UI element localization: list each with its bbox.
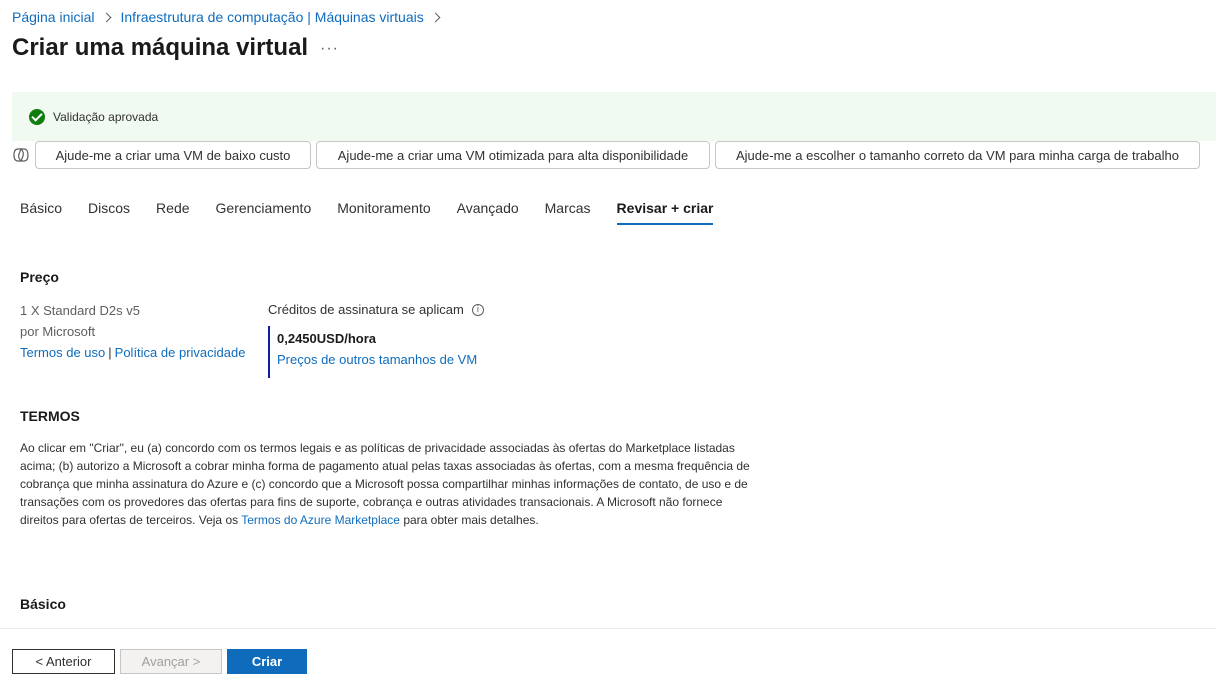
chevron-right-icon (430, 12, 441, 22)
tab-monitoramento[interactable]: Monitoramento (337, 200, 430, 225)
other-vm-sizes-link[interactable]: Preços de outros tamanhos de VM (277, 352, 484, 367)
next-button: Avançar > (120, 649, 222, 674)
page-title: Criar uma máquina virtual (12, 34, 309, 61)
footer-bar: < Anterior Avançar > Criar (0, 628, 1216, 689)
tab-basico[interactable]: Básico (20, 200, 62, 225)
tab-avancado[interactable]: Avançado (457, 200, 519, 225)
link-separator: | (108, 345, 112, 360)
publisher-text: por Microsoft (20, 324, 96, 339)
create-button[interactable]: Criar (227, 649, 307, 674)
tab-rede[interactable]: Rede (156, 200, 189, 225)
wizard-tabs: Básico Discos Rede Gerenciamento Monitor… (20, 200, 739, 225)
price-value: 0,2450USD/hora (277, 331, 376, 346)
terms-of-use-link[interactable]: Termos de uso (20, 345, 105, 360)
tab-revisar-criar[interactable]: Revisar + criar (616, 200, 714, 225)
copilot-icon (13, 148, 29, 162)
validation-text: Validação aprovada (53, 109, 159, 124)
price-product-info: 1 X Standard D2s v5 por Microsoft Termos… (20, 300, 245, 363)
breadcrumb-vms-link[interactable]: Infraestrutura de computação | Máquinas … (121, 9, 424, 25)
breadcrumb-home-link[interactable]: Página inicial (12, 9, 95, 25)
tab-marcas[interactable]: Marcas (545, 200, 591, 225)
info-icon[interactable]: i (471, 303, 484, 316)
chevron-right-icon (101, 12, 111, 22)
prompt-high-availability-button[interactable]: Ajude-me a criar uma VM otimizada para a… (316, 141, 710, 169)
prompt-vm-size-button[interactable]: Ajude-me a escolher o tamanho correto da… (715, 141, 1200, 169)
price-details: Créditos de assinatura se aplicam i 0,24… (268, 302, 484, 378)
terms-text: Ao clicar em "Criar", eu (a) concordo co… (20, 439, 750, 529)
check-circle-icon (29, 108, 45, 125)
product-name: 1 X Standard D2s v5 (20, 303, 140, 318)
price-box: 0,2450USD/hora Preços de outros tamanhos… (268, 326, 484, 378)
privacy-policy-link[interactable]: Política de privacidade (115, 345, 246, 360)
credits-label: Créditos de assinatura se aplicam (268, 302, 464, 317)
tab-discos[interactable]: Discos (88, 200, 130, 225)
terms-tail: para obter mais detalhes. (399, 513, 539, 527)
breadcrumb: Página inicial Infraestrutura de computa… (12, 9, 450, 25)
azure-marketplace-terms-link[interactable]: Termos do Azure Marketplace (241, 513, 400, 527)
price-heading: Preço (20, 269, 59, 285)
basic-section-heading: Básico (20, 596, 66, 612)
previous-button[interactable]: < Anterior (12, 649, 115, 674)
validation-banner: Validação aprovada (12, 92, 1216, 141)
tab-gerenciamento[interactable]: Gerenciamento (216, 200, 312, 225)
more-options-button[interactable]: ··· (320, 40, 339, 58)
prompt-low-cost-button[interactable]: Ajude-me a criar uma VM de baixo custo (35, 141, 311, 169)
terms-heading: TERMOS (20, 408, 80, 424)
